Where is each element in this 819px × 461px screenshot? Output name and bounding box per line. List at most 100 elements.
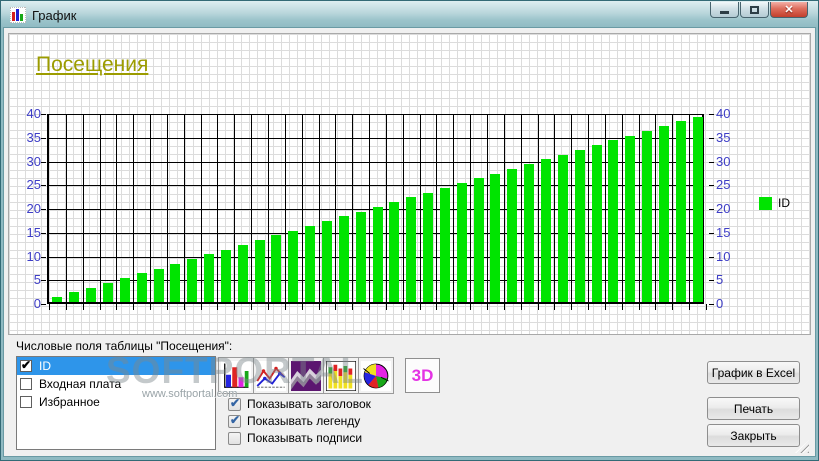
y-axis-tick-left xyxy=(41,280,46,281)
x-axis-tick xyxy=(436,304,437,310)
x-axis-tick xyxy=(453,304,454,310)
y-axis-tick-left xyxy=(41,162,46,163)
pie-chart-icon xyxy=(361,360,391,391)
title-bar[interactable]: График ✕ xyxy=(1,1,818,28)
bar xyxy=(474,178,484,302)
gridline-vertical xyxy=(83,114,84,302)
y-axis-tick-right xyxy=(709,280,714,281)
close-dialog-button[interactable]: Закрыть xyxy=(707,424,800,447)
show-labels-checkbox[interactable] xyxy=(228,431,241,445)
list-item[interactable]: Входная плата xyxy=(17,375,215,393)
y-axis-label-right: 10 xyxy=(716,249,731,264)
x-axis-tick xyxy=(386,304,387,310)
bar xyxy=(221,250,231,302)
line-chart-button[interactable] xyxy=(253,357,289,394)
y-axis-label-right: 40 xyxy=(716,106,731,121)
y-axis-label-left: 40 xyxy=(26,106,41,121)
show-legend-label: Показывать легенду xyxy=(247,414,361,428)
fields-list[interactable]: ID Входная плата Избранное xyxy=(16,356,216,450)
y-axis-tick-right xyxy=(709,209,714,210)
bar xyxy=(423,193,433,302)
gridline-vertical xyxy=(689,114,690,302)
3d-button[interactable]: 3D xyxy=(405,358,440,393)
x-axis-tick xyxy=(622,304,623,310)
gridline-vertical xyxy=(184,114,185,302)
x-axis-tick xyxy=(133,304,134,310)
export-excel-button[interactable]: График в Excel xyxy=(707,361,800,384)
x-axis-tick xyxy=(150,304,151,310)
minimize-icon xyxy=(720,10,729,14)
y-axis-tick-left xyxy=(41,209,46,210)
gridline-vertical xyxy=(150,114,151,302)
x-axis-tick xyxy=(83,304,84,310)
bar xyxy=(52,297,62,302)
area-chart-button[interactable] xyxy=(288,357,324,394)
print-button[interactable]: Печать xyxy=(707,397,800,420)
field-label: ID xyxy=(39,359,51,373)
app-icon xyxy=(10,7,26,23)
y-axis-tick-left xyxy=(41,257,46,258)
gridline-vertical xyxy=(369,114,370,302)
bar xyxy=(288,231,298,302)
gridline-vertical xyxy=(554,114,555,302)
list-item[interactable]: ID xyxy=(17,357,215,375)
x-axis-tick xyxy=(352,304,353,310)
y-axis-label-left: 20 xyxy=(26,201,41,216)
gridline-vertical xyxy=(622,114,623,302)
x-axis-tick xyxy=(689,304,690,310)
gridline-vertical xyxy=(386,114,387,302)
option-show-labels[interactable]: Показывать подписи xyxy=(228,431,362,445)
x-axis-tick xyxy=(268,304,269,310)
x-axis-tick xyxy=(655,304,656,310)
gridline-horizontal xyxy=(49,138,702,139)
bar xyxy=(693,117,703,302)
show-labels-label: Показывать подписи xyxy=(247,431,363,445)
bar-chart-button[interactable] xyxy=(218,357,254,394)
gridline-vertical xyxy=(420,114,421,302)
show-legend-checkbox[interactable] xyxy=(228,413,241,428)
gridline-vertical xyxy=(639,114,640,302)
bar xyxy=(659,126,669,302)
y-axis-tick-right xyxy=(709,138,714,139)
x-axis-tick xyxy=(403,304,404,310)
bar xyxy=(238,245,248,302)
y-axis-tick-right xyxy=(709,304,714,305)
gridline-vertical xyxy=(588,114,589,302)
x-axis-tick xyxy=(487,304,488,310)
bar xyxy=(137,273,147,302)
bar xyxy=(305,226,315,302)
histogram-button[interactable] xyxy=(323,357,359,394)
x-axis-tick xyxy=(285,304,286,310)
pie-chart-button[interactable] xyxy=(358,357,394,394)
gridline-vertical xyxy=(234,114,235,302)
bar xyxy=(170,264,180,302)
field-checkbox[interactable] xyxy=(20,396,32,408)
option-show-title[interactable]: Показывать заголовок xyxy=(228,396,371,411)
show-title-checkbox[interactable] xyxy=(228,396,241,411)
list-item[interactable]: Избранное xyxy=(17,393,215,411)
maximize-icon xyxy=(750,5,759,14)
bar xyxy=(69,292,79,302)
x-axis-tick xyxy=(470,304,471,310)
bar xyxy=(204,254,214,302)
option-show-legend[interactable]: Показывать легенду xyxy=(228,413,361,428)
close-button[interactable]: ✕ xyxy=(770,2,808,18)
field-checkbox[interactable] xyxy=(20,378,32,390)
gridline-vertical xyxy=(319,114,320,302)
field-checkbox[interactable] xyxy=(20,358,32,372)
gridline-vertical xyxy=(487,114,488,302)
x-axis-tick xyxy=(49,304,50,310)
bar xyxy=(490,174,500,302)
maximize-button[interactable] xyxy=(740,2,769,18)
gridline-vertical xyxy=(655,114,656,302)
gridline-vertical xyxy=(538,114,539,302)
minimize-button[interactable] xyxy=(710,2,739,18)
y-axis-tick-left xyxy=(41,304,46,305)
show-title-label: Показывать заголовок xyxy=(247,397,371,411)
y-axis-tick-right xyxy=(709,114,714,115)
y-axis-label-left: 0 xyxy=(33,296,41,311)
fields-list-label: Числовые поля таблицы "Посещения": xyxy=(16,339,233,353)
y-axis-label-left: 5 xyxy=(33,272,41,287)
bar xyxy=(642,131,652,302)
y-axis-label-right: 5 xyxy=(716,272,724,287)
